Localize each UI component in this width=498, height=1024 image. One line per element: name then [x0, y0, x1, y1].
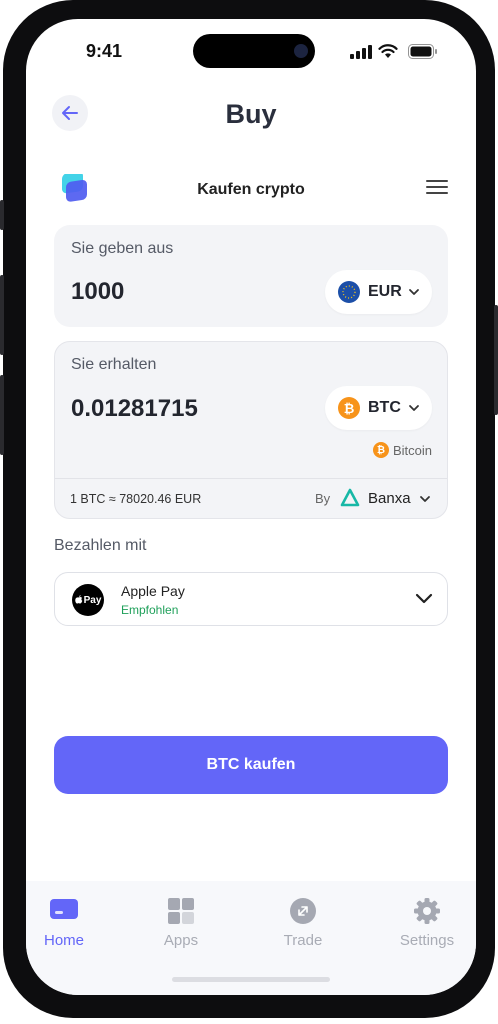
volume-down-button: [0, 375, 4, 455]
apple-pay-icon: Pay: [72, 584, 104, 616]
tab-trade[interactable]: Trade: [258, 897, 348, 949]
action-button: [0, 200, 4, 230]
bitcoin-icon: ₿: [338, 397, 360, 419]
hamburger-menu-icon[interactable]: [426, 180, 448, 196]
provider-name: Banxa: [368, 490, 411, 507]
status-time: 9:41: [86, 41, 123, 61]
exchange-rate: 1 BTC ≈ 78020.46 EUR: [70, 492, 202, 506]
volume-up-button: [0, 275, 4, 355]
eur-flag-icon: [338, 281, 360, 303]
chevron-down-icon: [415, 593, 433, 604]
give-amount-input[interactable]: 1000: [71, 278, 124, 306]
coin-name: Bitcoin: [393, 443, 433, 458]
provider-select[interactable]: Banxa: [331, 485, 451, 515]
power-button: [494, 305, 498, 415]
pay-amount-card: Sie geben aus 1000 EUR: [54, 225, 448, 327]
receive-label: Sie erhalten: [71, 356, 157, 373]
chevron-down-icon: [409, 289, 419, 295]
provider-prefix: By: [315, 491, 331, 506]
screen: 9:41 Buy Kaufen crypto Sie geben aus 100…: [26, 19, 476, 995]
receive-amount-card: Sie erhalten 0.01281715 ₿ BTC ₿ Bitcoin …: [54, 341, 448, 519]
page-title: Buy: [225, 99, 277, 129]
recommended-badge: Empfohlen: [121, 603, 179, 617]
apps-grid-icon: [168, 898, 194, 924]
tab-settings[interactable]: Settings: [382, 897, 472, 949]
divider: [55, 478, 447, 479]
phone-frame: 9:41 Buy Kaufen crypto Sie geben aus 100…: [0, 0, 498, 1018]
home-indicator: [172, 977, 330, 982]
chevron-down-icon: [409, 405, 419, 411]
receive-currency-code: BTC: [368, 399, 401, 416]
tab-label: Home: [43, 932, 84, 949]
wifi-icon: [378, 44, 398, 58]
give-currency-select[interactable]: EUR: [325, 270, 432, 314]
tab-label: Trade: [283, 932, 323, 949]
buy-btc-button[interactable]: BTC kaufen: [54, 736, 448, 794]
give-currency-code: EUR: [368, 283, 402, 300]
card-icon: [50, 899, 78, 919]
banxa-logo-icon: [340, 488, 360, 507]
tab-label: Settings: [399, 932, 455, 949]
apple-pay-badge-text: Pay: [83, 594, 102, 606]
battery-icon: [408, 44, 437, 59]
gear-icon: [414, 898, 440, 924]
chevron-down-icon: [420, 496, 430, 502]
payment-section-label: Bezahlen mit: [54, 537, 147, 554]
tab-home[interactable]: Home: [26, 897, 109, 949]
widget-title: Kaufen crypto: [197, 181, 305, 198]
signal-icon: [350, 45, 372, 59]
tab-apps[interactable]: Apps: [136, 897, 226, 949]
tab-label: Apps: [163, 932, 199, 949]
trade-icon: [290, 898, 316, 924]
payment-method-name: Apple Pay: [121, 583, 185, 599]
camera-icon: [294, 44, 308, 58]
bitcoin-small-icon: ₿: [373, 442, 389, 458]
receive-currency-select[interactable]: ₿ BTC: [325, 386, 432, 430]
payment-method-select[interactable]: Pay Apple Pay Empfohlen: [54, 572, 448, 626]
give-label: Sie geben aus: [71, 240, 174, 257]
receive-amount: 0.01281715: [71, 395, 198, 422]
